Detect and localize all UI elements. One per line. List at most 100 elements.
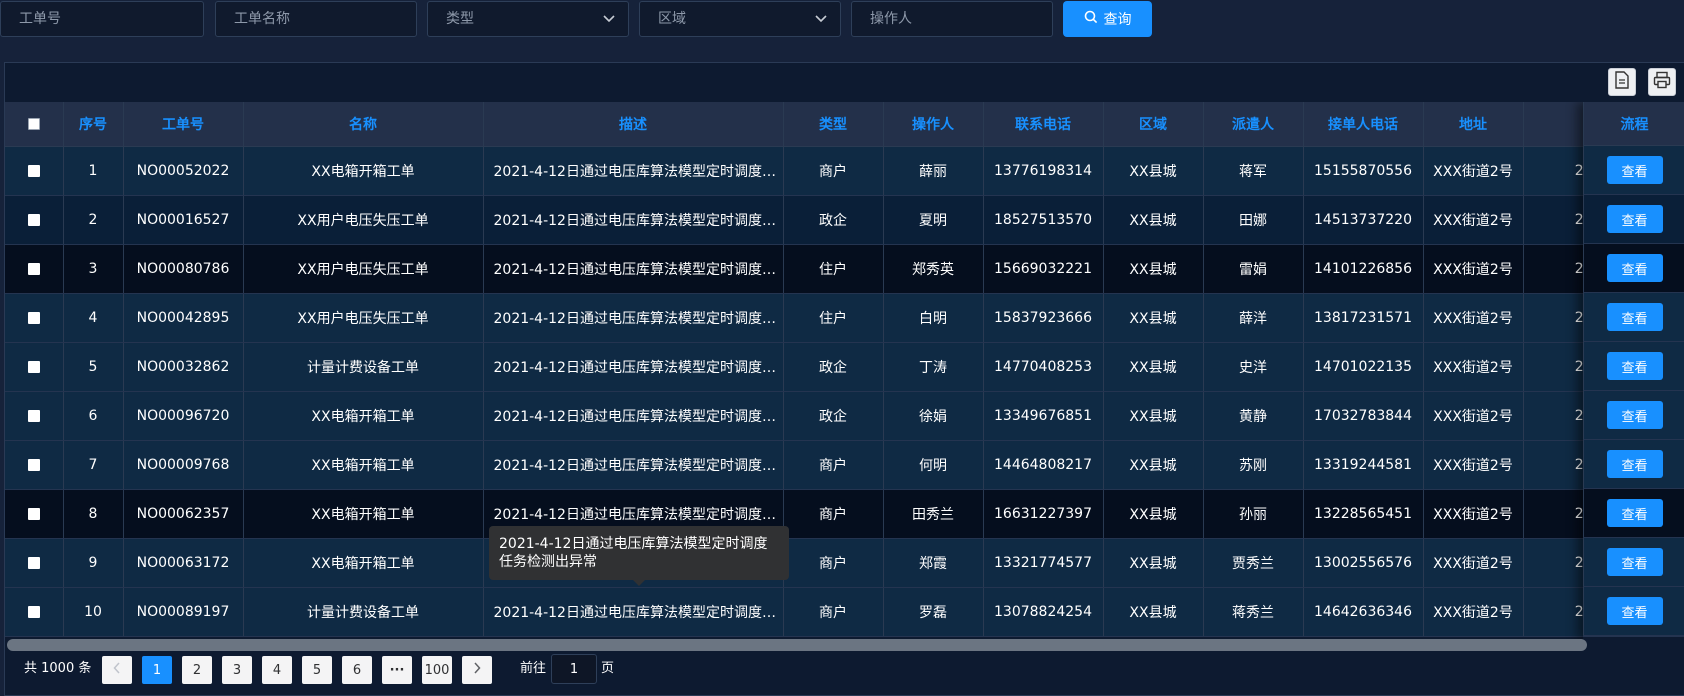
goto-page-input[interactable]: 1 <box>551 654 597 684</box>
table-row: 5 NO00032862 计量计费设备工单 2021-4-12日通过电压库算法模型定时… <box>5 342 1684 392</box>
cell-name: 计量计费设备工单 <box>243 587 484 637</box>
cell-idx: 5 <box>63 342 124 392</box>
cell-region: XX县城 <box>1103 391 1204 441</box>
search-button-label: 查询 <box>1103 12 1132 28</box>
row-select-cell[interactable] <box>5 244 64 294</box>
work-no-input[interactable]: 工单号 <box>0 1 204 37</box>
cell-receiver-phone: 14101226856 <box>1303 244 1424 294</box>
row-checkbox[interactable] <box>27 507 40 520</box>
page-button[interactable]: 2 <box>182 656 212 684</box>
action-cell: 查看 <box>1583 440 1684 489</box>
cell-dispatcher: 薛洋 <box>1203 293 1304 343</box>
row-select-cell[interactable] <box>5 195 64 245</box>
chevron-left-icon <box>113 662 121 678</box>
export-button[interactable] <box>1608 68 1636 96</box>
chevron-right-icon <box>473 662 481 678</box>
cell-dispatcher: 苏刚 <box>1203 440 1304 490</box>
table-panel: 序号 工单号 名称 描述 类型 操作人 联系电话 区域 派遣人 接单人电话 地址… <box>4 62 1684 696</box>
region-select[interactable]: 区域 <box>639 1 841 37</box>
row-select-cell[interactable] <box>5 538 64 588</box>
prev-page-button[interactable] <box>102 656 132 684</box>
cell-no: NO00009768 <box>123 440 244 490</box>
cell-phone: 14464808217 <box>983 440 1104 490</box>
view-button[interactable]: 查看 <box>1606 156 1663 184</box>
cell-idx: 10 <box>63 587 124 637</box>
view-button[interactable]: 查看 <box>1606 303 1663 331</box>
select-all-cell[interactable] <box>5 102 64 147</box>
page-button[interactable]: 5 <box>302 656 332 684</box>
row-select-cell[interactable] <box>5 489 64 539</box>
row-checkbox[interactable] <box>27 605 40 618</box>
page-button[interactable]: 3 <box>222 656 252 684</box>
operator-placeholder: 操作人 <box>870 11 912 27</box>
pagination: 共 1000 条 1 2 3 4 5 6 ··· 100 前往 1 页 <box>0 654 1684 684</box>
cell-operator: 薛丽 <box>883 146 984 196</box>
cell-region: XX县城 <box>1103 342 1204 392</box>
row-checkbox[interactable] <box>27 360 40 373</box>
print-button[interactable] <box>1648 68 1676 96</box>
next-page-button[interactable] <box>462 656 492 684</box>
goto-page-value: 1 <box>569 661 579 677</box>
row-select-cell[interactable] <box>5 391 64 441</box>
row-select-cell[interactable] <box>5 293 64 343</box>
work-name-input[interactable]: 工单名称 <box>215 1 417 37</box>
row-checkbox[interactable] <box>27 458 40 471</box>
more-pages-button[interactable]: ··· <box>382 656 412 684</box>
cell-address: XXX街道2号 <box>1423 342 1524 392</box>
cell-operator: 白明 <box>883 293 984 343</box>
fixed-action-column: 流程 查看 查看 查看 查看 查看 查看 查看 查看 查看 查看 <box>1583 102 1684 640</box>
action-cell: 查看 <box>1583 391 1684 440</box>
view-button[interactable]: 查看 <box>1606 254 1663 282</box>
view-button[interactable]: 查看 <box>1606 450 1663 478</box>
search-button[interactable]: 查询 <box>1063 1 1152 37</box>
cell-name: XX电箱开箱工单 <box>243 391 484 441</box>
table-row: 1 NO00052022 XX电箱开箱工单 2021-4-12日通过电压库算法模型定时… <box>5 146 1684 196</box>
page-button[interactable]: 100 <box>422 656 452 684</box>
row-select-cell[interactable] <box>5 587 64 637</box>
action-cell: 查看 <box>1583 244 1684 293</box>
cell-receiver-phone: 17032783844 <box>1303 391 1424 441</box>
type-placeholder: 类型 <box>446 11 474 27</box>
select-all-checkbox[interactable] <box>27 117 40 130</box>
row-select-cell[interactable] <box>5 146 64 196</box>
cell-phone: 18527513570 <box>983 195 1104 245</box>
row-select-cell[interactable] <box>5 440 64 490</box>
page-button[interactable]: 1 <box>142 656 172 684</box>
view-button[interactable]: 查看 <box>1606 205 1663 233</box>
page-button[interactable]: 6 <box>342 656 372 684</box>
view-button[interactable]: 查看 <box>1606 548 1663 576</box>
column-header: 操作人 <box>883 102 984 147</box>
cell-address: XXX街道2号 <box>1423 440 1524 490</box>
view-button[interactable]: 查看 <box>1606 352 1663 380</box>
horizontal-scrollbar[interactable] <box>7 639 1587 651</box>
row-checkbox[interactable] <box>27 164 40 177</box>
view-button[interactable]: 查看 <box>1606 597 1663 625</box>
action-cell: 查看 <box>1583 489 1684 538</box>
column-header: 类型 <box>783 102 884 147</box>
row-select-cell[interactable] <box>5 342 64 392</box>
cell-no: NO00062357 <box>123 489 244 539</box>
cell-name: XX电箱开箱工单 <box>243 538 484 588</box>
cell-phone: 13078824254 <box>983 587 1104 637</box>
row-checkbox[interactable] <box>27 311 40 324</box>
cell-type: 住户 <box>783 293 884 343</box>
table-row: 10 NO00089197 计量计费设备工单 2021-4-12日通过电压库算法模型定… <box>5 587 1684 637</box>
view-button[interactable]: 查看 <box>1606 401 1663 429</box>
cell-region: XX县城 <box>1103 195 1204 245</box>
cell-receiver-phone: 14701022135 <box>1303 342 1424 392</box>
page-button[interactable]: 4 <box>262 656 292 684</box>
cell-type: 商户 <box>783 146 884 196</box>
cell-operator: 郑秀英 <box>883 244 984 294</box>
row-checkbox[interactable] <box>27 556 40 569</box>
cell-no: NO00063172 <box>123 538 244 588</box>
view-button[interactable]: 查看 <box>1606 499 1663 527</box>
operator-input[interactable]: 操作人 <box>851 1 1053 37</box>
column-header: 工单号 <box>123 102 244 147</box>
row-checkbox[interactable] <box>27 213 40 226</box>
cell-dispatcher: 雷娟 <box>1203 244 1304 294</box>
row-checkbox[interactable] <box>27 409 40 422</box>
cell-region: XX县城 <box>1103 489 1204 539</box>
row-checkbox[interactable] <box>27 262 40 275</box>
cell-address: XXX街道2号 <box>1423 244 1524 294</box>
type-select[interactable]: 类型 <box>427 1 629 37</box>
